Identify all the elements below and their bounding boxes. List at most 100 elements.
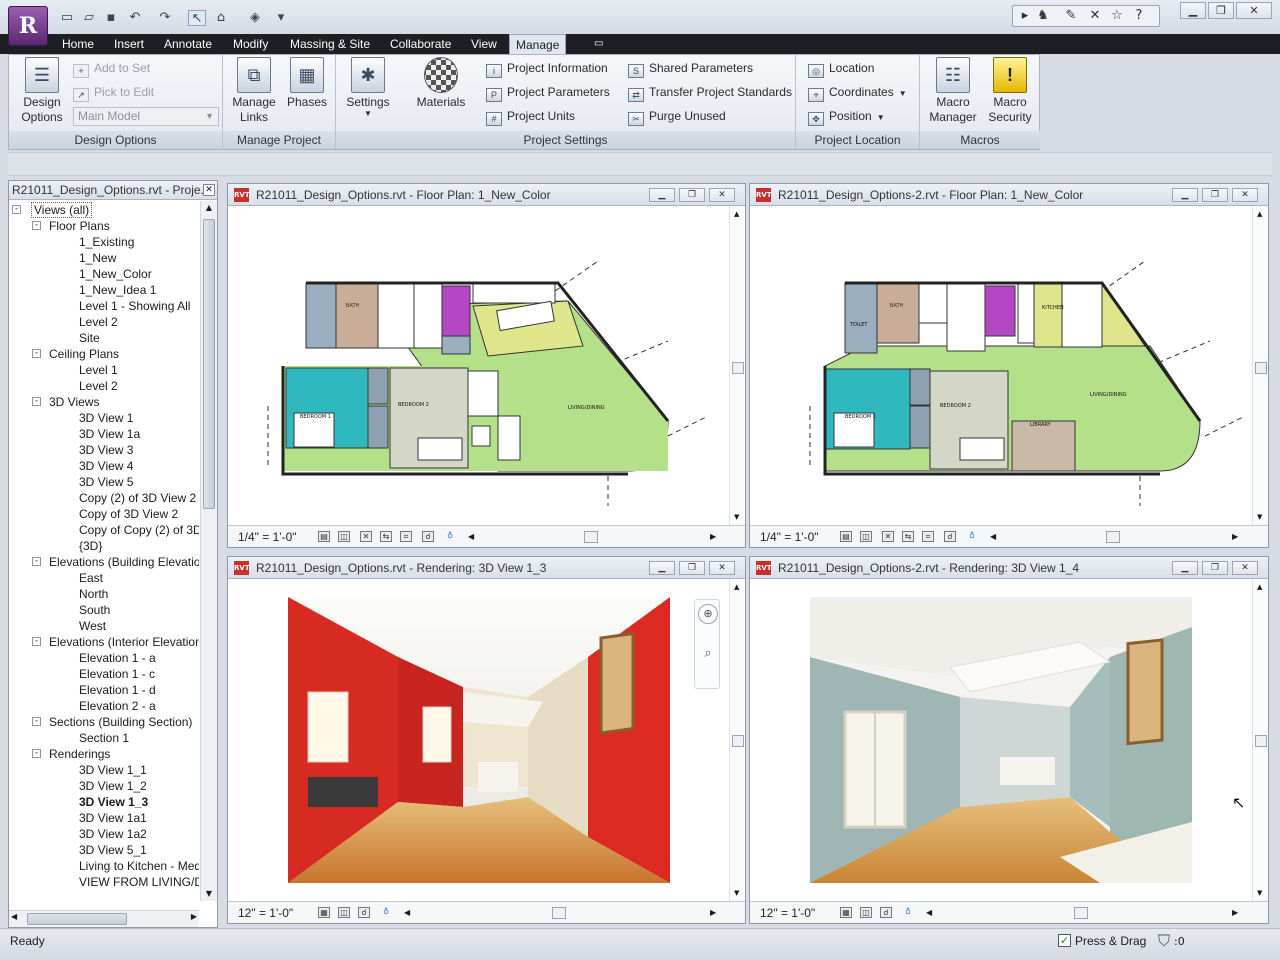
macro-security-button[interactable]: ! Macro Security — [982, 57, 1038, 125]
shadows-icon[interactable]: ⇆ — [380, 531, 392, 542]
tree-toggle[interactable]: - — [32, 749, 41, 758]
tree-item[interactable]: Elevation 1 - d — [79, 682, 156, 698]
tree-item[interactable]: 3D Views — [49, 394, 99, 410]
tree-item[interactable]: 1_New_Color — [79, 266, 152, 282]
tree-item[interactable]: 3D View 1 — [79, 410, 133, 426]
tree-toggle[interactable]: - — [32, 557, 41, 566]
sun-path-icon[interactable]: ✕ — [360, 531, 372, 542]
shared-parameters-button[interactable]: S Shared Parameters — [628, 58, 753, 78]
tab-home[interactable]: Home — [56, 34, 100, 54]
scroll-left-icon[interactable]: ◀ — [990, 532, 996, 541]
tree-item[interactable]: 1_New_Idea 1 — [79, 282, 156, 298]
shadows-icon[interactable]: ⇆ — [902, 531, 914, 542]
hide-isolate-icon[interactable]: ☌ — [944, 531, 956, 542]
minimize-icon[interactable]: ▁ — [649, 188, 675, 202]
project-information-button[interactable]: i Project Information — [486, 58, 608, 78]
tab-manage[interactable]: Manage — [509, 34, 567, 56]
tree-toggle[interactable]: - — [32, 397, 41, 406]
reveal-hidden-icon[interactable]: ♁ — [966, 531, 978, 542]
binoculars-icon[interactable]: ♞ — [1033, 7, 1053, 25]
add-to-set-button[interactable]: + Add to Set — [73, 58, 150, 78]
tree-item[interactable]: Elevations (Interior Elevation — [49, 634, 199, 650]
purge-unused-button[interactable]: ✂ Purge Unused — [628, 106, 726, 126]
restore-icon[interactable]: ❐ — [1202, 188, 1228, 202]
project-units-button[interactable]: # Project Units — [486, 106, 575, 126]
tree-item[interactable]: Level 2 — [79, 378, 118, 394]
tree-item[interactable]: Copy (2) of 3D View 2 — [79, 490, 196, 506]
tree-item[interactable]: 3D View 1a2 — [79, 826, 147, 842]
close-icon[interactable]: ✕ — [203, 184, 215, 196]
scroll-thumb[interactable] — [552, 907, 566, 919]
minimize-icon[interactable]: ▁ — [1172, 188, 1198, 202]
browser-vertical-scrollbar[interactable]: ▲ ▼ — [200, 201, 217, 901]
scroll-thumb[interactable] — [732, 735, 744, 747]
select-arrow-icon[interactable]: ↖ — [188, 10, 206, 26]
undo-icon[interactable]: ↶ — [126, 10, 144, 26]
tree-item[interactable]: Floor Plans — [49, 218, 110, 234]
zoom-icon[interactable]: ⌕ — [698, 644, 718, 664]
3d-view-icon[interactable]: ⌂ — [212, 10, 230, 26]
scroll-up-icon[interactable]: ▲ — [734, 210, 739, 218]
close-icon[interactable]: ✕ — [1232, 188, 1258, 202]
tab-annotate[interactable]: Annotate — [158, 34, 218, 54]
scroll-up-icon[interactable]: ▲ — [201, 201, 217, 215]
scroll-down-icon[interactable]: ▼ — [1257, 513, 1262, 521]
scroll-thumb[interactable] — [584, 531, 598, 543]
tree-item[interactable]: 3D View 1_2 — [79, 778, 147, 794]
tree-item[interactable]: 3D View 1a1 — [79, 810, 147, 826]
redo-icon[interactable]: ↷ — [156, 10, 174, 26]
sync-icon[interactable]: ◈ — [246, 10, 264, 26]
open-icon[interactable]: ▱ — [80, 10, 98, 26]
tree-item[interactable]: West — [79, 618, 106, 634]
tab-collaborate[interactable]: Collaborate — [384, 34, 457, 54]
design-options-button[interactable]: ☰ Design Options — [15, 57, 69, 125]
scroll-right-icon[interactable]: ▶ — [710, 532, 716, 541]
qat-dropdown-icon[interactable]: ▾ — [272, 10, 290, 26]
scroll-thumb[interactable] — [732, 362, 744, 374]
scroll-thumb[interactable] — [1255, 362, 1267, 374]
view-window-floor-plan-2[interactable]: RVT R21011_Design_Options-2.rvt - Floor … — [749, 183, 1269, 548]
scroll-up-icon[interactable]: ▲ — [734, 583, 739, 591]
hide-isolate-icon[interactable]: ☌ — [880, 907, 892, 918]
tools-icon[interactable]: ✕ — [1085, 7, 1105, 25]
expand-icon[interactable]: ▸ — [1015, 7, 1035, 25]
scroll-left-icon[interactable]: ◀ — [404, 908, 410, 917]
tree-item[interactable]: Elevation 1 - c — [79, 666, 155, 682]
tab-view[interactable]: View — [465, 34, 503, 54]
crop-view-icon[interactable]: ⌗ — [922, 531, 934, 542]
tree-item[interactable]: 3D View 3 — [79, 442, 133, 458]
tree-item[interactable]: Level 1 — [79, 362, 118, 378]
reveal-hidden-icon[interactable]: ♁ — [444, 531, 456, 542]
help-icon[interactable]: ? — [1129, 7, 1149, 25]
tab-insert[interactable]: Insert — [108, 34, 150, 54]
sun-path-icon[interactable]: ✕ — [882, 531, 894, 542]
visual-style-icon[interactable]: ◫ — [860, 907, 872, 918]
view-window-rendering-2[interactable]: RVT R21011_Design_Options-2.rvt - Render… — [749, 556, 1269, 924]
filter-icon[interactable]: ⛉ — [1158, 931, 1170, 951]
tree-item[interactable]: 3D View 5 — [79, 474, 133, 490]
crop-view-icon[interactable]: ⌗ — [400, 531, 412, 542]
scroll-down-icon[interactable]: ▼ — [734, 889, 739, 897]
tree-item[interactable]: 1_New — [79, 250, 116, 266]
tree-item[interactable]: East — [79, 570, 103, 586]
scroll-down-icon[interactable]: ▼ — [1257, 889, 1262, 897]
visual-style-icon[interactable]: ◫ — [860, 531, 872, 542]
close-icon[interactable]: ✕ — [709, 188, 735, 202]
tree-item[interactable]: 3D View 1_3 — [79, 794, 148, 810]
scroll-thumb[interactable] — [1255, 735, 1267, 747]
tree-item[interactable]: Section 1 — [79, 730, 129, 746]
materials-button[interactable]: Materials — [408, 57, 474, 110]
restore-icon[interactable]: ❐ — [1202, 561, 1228, 575]
application-menu-button[interactable]: R — [8, 6, 48, 46]
view-scale[interactable]: 12" = 1'-0" — [238, 902, 293, 924]
tree-item[interactable]: South — [79, 602, 110, 618]
scroll-down-icon[interactable]: ▼ — [201, 887, 217, 901]
tree-item[interactable]: Ceiling Plans — [49, 346, 119, 362]
transfer-standards-button[interactable]: ⇄ Transfer Project Standards — [628, 82, 792, 102]
scroll-thumb[interactable] — [27, 913, 127, 925]
view-scale[interactable]: 1/4" = 1'-0" — [760, 526, 819, 548]
view-window-floor-plan-1[interactable]: RVT R21011_Design_Options.rvt - Floor Pl… — [227, 183, 746, 548]
steering-wheel-icon[interactable]: ⊕ — [698, 604, 718, 624]
minimize-icon[interactable]: ▁ — [1172, 561, 1198, 575]
view-scale[interactable]: 1/4" = 1'-0" — [238, 526, 297, 548]
